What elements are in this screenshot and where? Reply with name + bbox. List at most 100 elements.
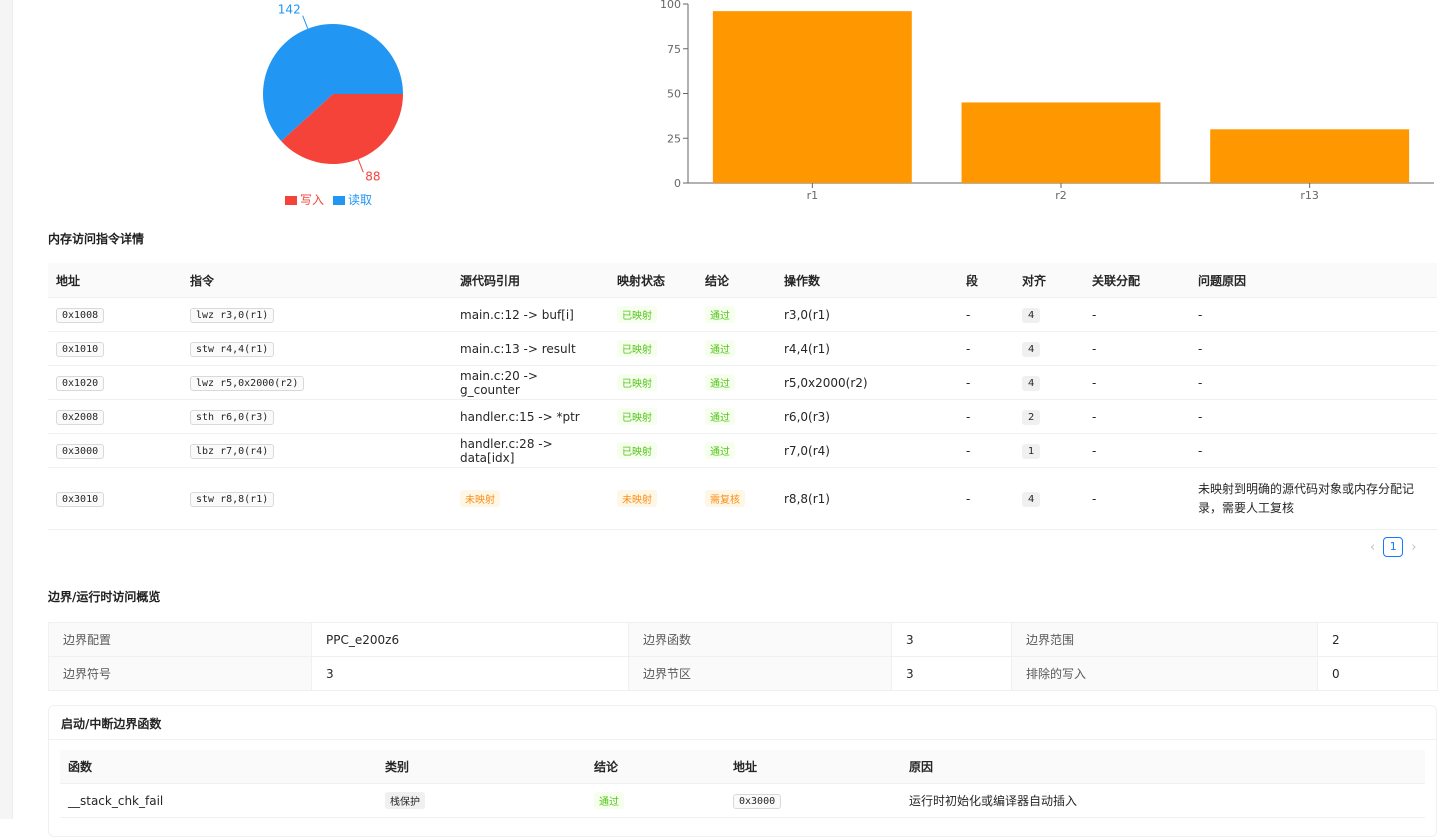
address-code: 0x2008 — [56, 409, 105, 425]
col-header-operand: 操作数 — [776, 263, 958, 298]
table-row[interactable]: 0x2008 sth r6,0(r3) handler.c:15 -> *ptr… — [48, 399, 1437, 434]
table-header-row: 函数 类别 结论 地址 原因 — [60, 750, 1425, 784]
desc-label: 边界函数 — [628, 622, 892, 657]
col-header-allocation: 关联分配 — [1084, 263, 1190, 298]
boundary-descriptions: 边界配置 PPC_e200z6 边界函数 3 边界范围 2 边界符号 3 边界节… — [48, 622, 1438, 691]
prev-page-icon[interactable]: ‹ — [1370, 540, 1375, 555]
allocation: - — [1084, 433, 1190, 468]
legend-label: 写入 — [300, 193, 324, 207]
map-status-badge: 已映射 — [617, 306, 657, 323]
reason: 未映射到明确的源代码对象或内存分配记录，需要人工复核 — [1190, 467, 1437, 530]
reason: - — [1190, 331, 1437, 366]
col-header-reason: 原因 — [901, 750, 1425, 784]
allocation: - — [1084, 399, 1190, 434]
desc-value: 3 — [891, 622, 1012, 657]
col-header-category: 类别 — [377, 750, 586, 784]
table-row[interactable]: __stack_chk_fail 栈保护 通过 0x3000 运行时初始化或编译… — [60, 783, 1425, 818]
pie-data-label: 142 — [278, 3, 301, 17]
verdict-badge: 通过 — [594, 792, 624, 809]
desc-label: 排除的写入 — [1011, 656, 1318, 691]
y-tick-label: 50 — [667, 88, 681, 101]
desc-label: 边界符号 — [48, 656, 312, 691]
address-code: 0x3000 — [733, 793, 782, 809]
pie-chart: 88 142 写入 读取 — [240, 0, 440, 215]
segment: - — [958, 365, 1014, 400]
source-ref: handler.c:28 -> data[idx] — [452, 433, 609, 468]
allocation: - — [1084, 331, 1190, 366]
address-code: 0x1008 — [56, 307, 105, 323]
col-header-verdict: 结论 — [586, 750, 725, 784]
y-tick-label: 0 — [674, 177, 681, 190]
reason: - — [1190, 433, 1437, 468]
desc-value: 0 — [1317, 656, 1438, 691]
x-tick-label: r1 — [807, 189, 819, 202]
legend-swatch — [333, 196, 345, 205]
table-row[interactable]: 0x3010 stw r8,8(r1) 未映射 未映射 需复核 r8,8(r1)… — [48, 467, 1437, 530]
desc-label: 边界配置 — [48, 622, 312, 657]
reason: - — [1190, 365, 1437, 400]
instruction-code: lbz r7,0(r4) — [190, 443, 275, 459]
card-title: 启动/中断边界函数 — [61, 717, 162, 731]
col-header-address: 地址 — [725, 750, 901, 784]
segment: - — [958, 331, 1014, 366]
table-header-row: 地址 指令 源代码引用 映射状态 结论 操作数 段 对齐 关联分配 问题原因 — [48, 263, 1437, 298]
col-header-segment: 段 — [958, 263, 1014, 298]
pie-label-line — [357, 159, 364, 173]
x-tick-label: r2 — [1055, 189, 1067, 202]
segment: - — [958, 399, 1014, 434]
legend-swatch — [285, 196, 297, 205]
desc-label: 边界节区 — [628, 656, 892, 691]
page-1-button[interactable]: 1 — [1383, 537, 1404, 557]
allocation: - — [1084, 297, 1190, 332]
bar-chart-svg: 0 25 50 75 100 r1 r2 r13 — [660, 0, 1434, 202]
verdict-badge: 通过 — [705, 340, 735, 357]
pie-label-line — [302, 15, 309, 29]
memory-section-title: 内存访问指令详情 — [48, 232, 145, 246]
map-status-badge: 已映射 — [617, 340, 657, 357]
x-tick-label: r13 — [1300, 189, 1319, 202]
table-row[interactable]: 0x1010 stw r4,4(r1) main.c:13 -> result … — [48, 331, 1437, 366]
desc-row: 边界符号 3 边界节区 3 排除的写入 0 — [48, 656, 1438, 691]
col-header-instruction: 指令 — [182, 263, 452, 298]
table-row[interactable]: 0x1008 lwz r3,0(r1) main.c:12 -> buf[i] … — [48, 297, 1437, 332]
segment: - — [958, 297, 1014, 332]
col-header-source-ref: 源代码引用 — [452, 263, 609, 298]
category-badge: 栈保护 — [385, 792, 425, 809]
instruction-code: lwz r3,0(r1) — [190, 307, 275, 323]
reason: - — [1190, 399, 1437, 434]
address-code: 0x3010 — [56, 491, 105, 507]
instruction-code: stw r8,8(r1) — [190, 491, 275, 507]
col-header-verdict: 结论 — [697, 263, 776, 298]
bar-chart: 0 25 50 75 100 r1 r2 r13 — [640, 0, 1440, 210]
left-scroll-rail — [0, 0, 13, 819]
map-status-badge: 已映射 — [617, 408, 657, 425]
verdict-badge: 通过 — [705, 408, 735, 425]
alignment-badge: 2 — [1022, 409, 1041, 425]
pagination: ‹ 1 › — [1370, 537, 1416, 557]
desc-value: PPC_e200z6 — [311, 622, 629, 657]
instruction-code: sth r6,0(r3) — [190, 409, 275, 425]
verdict-badge: 通过 — [705, 442, 735, 459]
col-header-reason: 问题原因 — [1190, 263, 1437, 298]
desc-value: 2 — [1317, 622, 1438, 657]
verdict-badge: 需复核 — [705, 490, 745, 507]
allocation: - — [1084, 365, 1190, 400]
operand: r4,4(r1) — [776, 331, 958, 366]
alignment-badge: 4 — [1022, 491, 1041, 507]
col-header-function: 函数 — [60, 750, 377, 784]
operand: r8,8(r1) — [776, 467, 958, 530]
y-tick-label: 25 — [667, 132, 681, 145]
y-tick-label: 75 — [667, 43, 681, 56]
address-code: 0x1010 — [56, 341, 105, 357]
next-page-icon[interactable]: › — [1411, 540, 1416, 555]
operand: r5,0x2000(r2) — [776, 365, 958, 400]
legend-label: 读取 — [348, 193, 372, 207]
map-status-badge: 已映射 — [617, 442, 657, 459]
card-divider — [49, 739, 1436, 740]
allocation: - — [1084, 467, 1190, 530]
map-status-badge: 已映射 — [617, 374, 657, 391]
table-row[interactable]: 0x1020 lwz r5,0x2000(r2) main.c:20 -> g_… — [48, 365, 1437, 400]
table-row[interactable]: 0x3000 lbz r7,0(r4) handler.c:28 -> data… — [48, 433, 1437, 468]
source-ref: main.c:12 -> buf[i] — [452, 297, 609, 332]
desc-row: 边界配置 PPC_e200z6 边界函数 3 边界范围 2 — [48, 622, 1438, 657]
